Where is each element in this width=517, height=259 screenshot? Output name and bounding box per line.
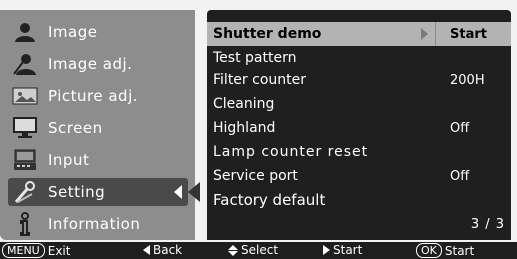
row-name: Shutter demo xyxy=(213,26,322,42)
info-icon xyxy=(12,212,38,236)
ok-start-label: Start xyxy=(444,243,475,258)
menu-item-label: Screen xyxy=(48,119,103,137)
select-label: Select xyxy=(241,243,279,257)
submenu-row-shutter-demo[interactable]: Shutter demo Start xyxy=(207,22,511,46)
submenu-panel: Shutter demo Start Test pattern Filter c… xyxy=(207,10,511,240)
footer-back: Back xyxy=(143,243,182,257)
footer-select: Select xyxy=(228,243,278,257)
menu-item-label: Setting xyxy=(48,183,106,201)
menu-item-picture-adj[interactable]: Picture adj. xyxy=(0,82,195,110)
footer-ok-start: OK Start xyxy=(416,243,474,258)
menu-item-label: Image xyxy=(48,23,98,41)
menu-item-label: Image adj. xyxy=(48,55,133,73)
row-value: 200H xyxy=(450,72,485,88)
main-menu: Image Image adj. Picture adj. Screen Inp xyxy=(0,10,195,240)
picture-adjust-icon xyxy=(12,84,38,108)
selection-pointer xyxy=(188,182,200,202)
row-divider xyxy=(435,22,436,46)
row-name: Factory default xyxy=(213,191,326,209)
submenu-row-filter-counter[interactable]: Filter counter 200H xyxy=(207,68,511,92)
submenu-row-highland[interactable]: Highland Off xyxy=(207,116,511,140)
row-name: Highland xyxy=(213,120,276,136)
submenu-row-factory-default[interactable]: Factory default xyxy=(207,188,511,212)
row-value: Off xyxy=(450,168,470,184)
menu-item-image-adj[interactable]: Image adj. xyxy=(0,50,195,78)
person-silhouette-icon xyxy=(12,20,38,44)
menu-item-label: Information xyxy=(48,215,141,233)
up-down-arrow-icon xyxy=(228,244,238,256)
footer-hints: MENU Exit Back Select Start OK Start xyxy=(0,242,517,259)
left-arrow-icon xyxy=(143,245,150,255)
input-icon xyxy=(12,148,38,172)
menu-item-image[interactable]: Image xyxy=(0,18,195,46)
menu-item-setting[interactable]: Setting xyxy=(8,178,188,206)
row-name: Service port xyxy=(213,168,298,184)
start-label: Start xyxy=(333,243,363,257)
row-name: Lamp counter reset xyxy=(213,144,369,160)
row-value: Start xyxy=(450,26,487,42)
submenu-row-cleaning[interactable]: Cleaning xyxy=(207,92,511,116)
active-arrow-icon xyxy=(174,185,182,199)
menu-item-information[interactable]: Information xyxy=(0,210,195,238)
menu-item-screen[interactable]: Screen xyxy=(0,114,195,142)
row-name: Test pattern xyxy=(213,50,297,66)
ok-badge: OK xyxy=(416,243,442,258)
back-label: Back xyxy=(153,243,183,257)
row-name: Cleaning xyxy=(213,96,275,112)
screen-icon xyxy=(12,116,38,140)
projector-menu-screen: Image Image adj. Picture adj. Screen Inp xyxy=(0,0,517,259)
menu-item-input[interactable]: Input xyxy=(0,146,195,174)
menu-item-label: Picture adj. xyxy=(48,87,139,105)
footer-start: Start xyxy=(323,243,362,257)
page-indicator: 3 / 3 xyxy=(470,217,505,232)
image-adjust-icon xyxy=(12,52,38,76)
wrench-icon xyxy=(12,180,38,204)
row-name: Filter counter xyxy=(213,72,306,88)
submenu-row-test-pattern[interactable]: Test pattern xyxy=(207,46,511,70)
exit-label: Exit xyxy=(47,243,71,258)
submenu-row-lamp-counter-reset[interactable]: Lamp counter reset xyxy=(207,140,511,164)
row-value: Off xyxy=(450,120,470,136)
right-arrow-icon xyxy=(323,245,330,255)
menu-badge: MENU xyxy=(2,243,45,258)
footer-exit: MENU Exit xyxy=(2,243,70,258)
menu-item-label: Input xyxy=(48,151,90,169)
submenu-arrow-icon xyxy=(421,28,428,40)
submenu-row-service-port[interactable]: Service port Off xyxy=(207,164,511,188)
